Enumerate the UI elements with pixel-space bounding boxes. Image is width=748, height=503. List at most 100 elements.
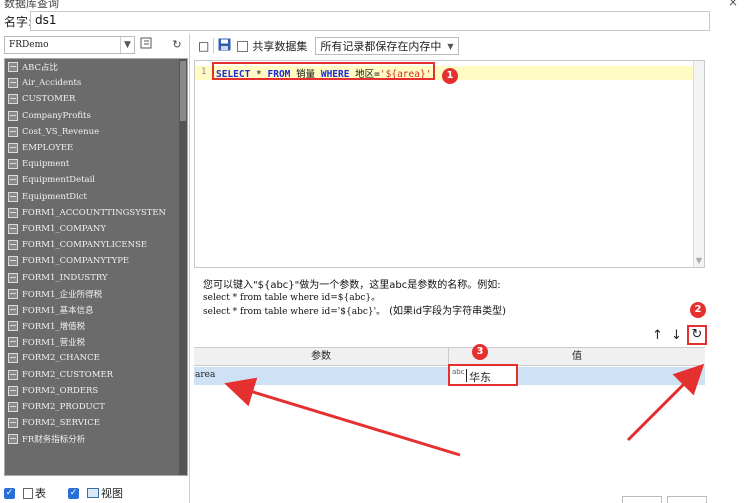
query-toolbar: □ 共享数据集 所有记录都保存在内存中 ▼ (194, 36, 748, 56)
list-item[interactable]: EquipmentDetail (5, 172, 187, 188)
move-down-icon[interactable]: ↓ (671, 328, 682, 343)
name-label: 名字: (4, 15, 33, 29)
list-item[interactable]: EquipmentDict (5, 189, 187, 205)
list-item[interactable]: FORM1_增值税 (5, 318, 187, 334)
param-value-text: 华东 (469, 371, 491, 384)
table-icon (8, 126, 18, 137)
datasource-select[interactable]: FRDemo ▼ (4, 36, 135, 54)
scroll-down-icon[interactable]: ▼ (694, 256, 704, 265)
table-list[interactable]: ABC占比 Air_Accidents CUSTOMER CompanyProfits… (4, 58, 188, 476)
view-icon (87, 488, 99, 498)
sql-editor[interactable]: 1 SELECT * FROM 销量 WHERE 地区='${area}' ▼ (194, 60, 705, 268)
scrollbar-thumb[interactable] (180, 61, 186, 121)
list-item[interactable]: FORM1_营业税 (5, 334, 187, 350)
hint-line-1: 您可以键入"${abc}"做为一个参数，这里abc是参数的名称。例如: (203, 280, 501, 291)
table-name: FORM2_CHANCE (22, 353, 100, 364)
chevron-down-icon[interactable]: ▼ (120, 37, 134, 53)
save-icon[interactable] (218, 38, 231, 54)
list-item[interactable]: FORM1_ACCOUNTTINGSYSTEN (5, 205, 187, 221)
table-name: FR财务指标分析 (22, 435, 86, 446)
table-name: FORM1_企业所得税 (22, 289, 103, 300)
annotation-badge-1: 1 (442, 68, 458, 84)
param-name-cell[interactable]: area (194, 370, 215, 380)
table-icon (8, 207, 18, 218)
refresh-params-button[interactable]: ↻ (687, 325, 707, 345)
table-icon (8, 175, 18, 186)
param-value-input[interactable]: abc 华东 (448, 364, 518, 386)
table-name: FORM2_ORDERS (22, 385, 99, 396)
filter-row: ✓ 表 ✓ 视图 (4, 482, 188, 503)
name-input[interactable]: ds1 (30, 11, 710, 31)
table-icon (8, 353, 18, 364)
move-up-icon[interactable]: ↑ (652, 328, 663, 343)
table-list-scrollbar[interactable] (179, 59, 187, 475)
list-item[interactable]: FORM2_CUSTOMER (5, 367, 187, 383)
table-name: FORM2_PRODUCT (22, 402, 105, 413)
text-cursor (466, 369, 467, 382)
ok-button[interactable] (622, 496, 662, 503)
table-name: Cost_VS_Revenue (22, 126, 100, 137)
table-name: FORM2_SERVICE (22, 418, 100, 429)
chevron-down-icon[interactable]: ▼ (447, 42, 453, 51)
table-name: ABC占比 (22, 63, 59, 74)
list-item[interactable]: FORM1_INDUSTRY (5, 269, 187, 285)
view-checkbox[interactable]: ✓ (68, 487, 79, 499)
table-icon (8, 256, 18, 267)
table-filter-label: 表 (35, 487, 46, 500)
table-icon (8, 288, 18, 299)
list-item[interactable]: FORM1_COMPANYTYPE (5, 253, 187, 269)
list-item[interactable]: Air_Accidents (5, 75, 187, 91)
list-item[interactable]: Equipment (5, 156, 187, 172)
hint-line-3-note: (如果id字段为字符串类型) (389, 306, 507, 317)
sql-highlight-box (212, 62, 435, 80)
list-item[interactable]: Cost_VS_Revenue (5, 124, 187, 140)
list-item[interactable]: FORM2_PRODUCT (5, 399, 187, 415)
refresh-icon[interactable]: ↻ (168, 36, 186, 54)
table-name: EMPLOYEE (22, 143, 74, 154)
header-param: 参数 (194, 348, 449, 366)
table-icon (8, 418, 18, 429)
view-filter-label: 视图 (101, 487, 123, 500)
close-icon[interactable]: × (728, 0, 738, 9)
line-number: 1 (201, 67, 207, 77)
table-name: FORM1_COMPANYTYPE (22, 256, 130, 267)
list-item[interactable]: FORM1_COMPANY (5, 221, 187, 237)
table-icon (8, 434, 18, 445)
table-name: CompanyProfits (22, 110, 91, 121)
list-item[interactable]: EMPLOYEE (5, 140, 187, 156)
sql-preview-icon[interactable] (138, 36, 156, 54)
table-name: CUSTOMER (22, 94, 76, 105)
table-name: FORM1_COMPANY (22, 223, 106, 234)
table-name: FORM1_INDUSTRY (22, 272, 108, 283)
list-item[interactable]: FORM2_SERVICE (5, 415, 187, 431)
datasource-selected: FRDemo (9, 40, 49, 50)
annotation-badge-3: 3 (472, 344, 488, 360)
editor-scrollbar[interactable]: ▼ (693, 61, 704, 267)
table-icon (8, 191, 18, 202)
list-item[interactable]: CUSTOMER (5, 91, 187, 107)
table-checkbox[interactable]: ✓ (4, 487, 15, 499)
list-item[interactable]: FR财务指标分析 (5, 431, 187, 447)
save-mode-value: 所有记录都保存在内存中 (320, 40, 442, 53)
save-mode-select[interactable]: 所有记录都保存在内存中 ▼ (315, 37, 459, 55)
toolbar-divider (213, 38, 215, 54)
table-name: EquipmentDict (22, 191, 87, 202)
list-item[interactable]: ABC占比 (5, 59, 187, 75)
preview-icon[interactable]: □ (198, 39, 209, 53)
list-item[interactable]: FORM1_基本信息 (5, 302, 187, 318)
annotation-badge-2: 2 (690, 302, 706, 318)
cancel-button[interactable] (667, 496, 707, 503)
table-name: FORM1_COMPANYLICENSE (22, 240, 148, 251)
list-item[interactable]: CompanyProfits (5, 108, 187, 124)
share-dataset-checkbox[interactable] (237, 40, 249, 52)
list-item[interactable]: FORM1_企业所得税 (5, 286, 187, 302)
table-name: FORM1_营业税 (22, 338, 86, 349)
table-name: FORM1_ACCOUNTTINGSYSTEN (22, 207, 166, 218)
list-item[interactable]: FORM1_COMPANYLICENSE (5, 237, 187, 253)
table-icon (8, 272, 18, 283)
list-item[interactable]: FORM2_ORDERS (5, 383, 187, 399)
list-item[interactable]: FORM2_CHANCE (5, 350, 187, 366)
datasource-panel: FRDemo ▼ ↻ ABC占比 Air_Accidents CUSTOMER Com… (0, 34, 190, 503)
hint-line-3-code: select * from table where id='${abc}'。 (203, 307, 386, 317)
value-type-icon[interactable]: abc (452, 369, 465, 376)
